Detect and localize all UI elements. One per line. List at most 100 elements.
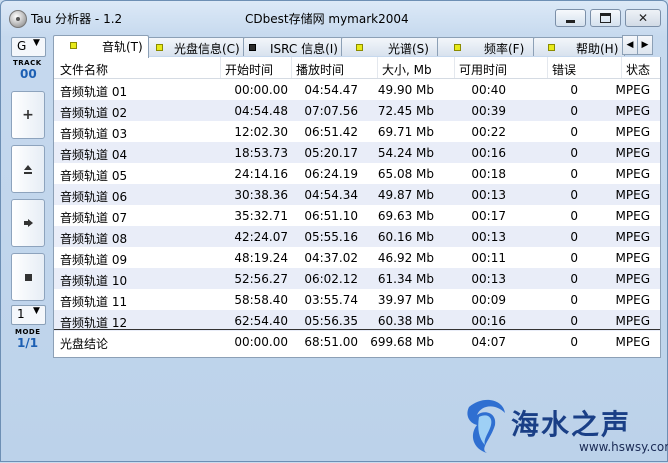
left-control-panel: G ▼ TRACK 00 + 1 ▼ MODE 1/1 <box>11 37 46 357</box>
tab-frequency[interactable]: 频率(F) <box>437 37 535 56</box>
mode-select[interactable]: 1 ▼ <box>11 305 46 325</box>
column-header-name[interactable]: 文件名称 <box>60 61 108 78</box>
cell-available: 00:16 <box>471 314 506 328</box>
status-marker-icon <box>454 44 461 51</box>
cell-status: MPEG <box>615 209 650 223</box>
cell-play: 07:07.56 <box>304 104 358 118</box>
cell-size: 54.24 Mb <box>377 146 434 160</box>
eject-button[interactable] <box>11 145 45 193</box>
tab-tracks[interactable]: 音轨(T) <box>53 35 149 58</box>
summary-play: 68:51.00 <box>304 335 358 349</box>
drive-select[interactable]: G ▼ <box>11 37 46 57</box>
cell-play: 05:55.16 <box>304 230 358 244</box>
cell-name: 音频轨道 07 <box>60 211 128 225</box>
cell-play: 03:55.74 <box>304 293 358 307</box>
cell-errors: 0 <box>570 167 578 181</box>
summary-status: MPEG <box>615 335 650 349</box>
cell-available: 00:17 <box>471 209 506 223</box>
watermark-url: www.hswsy.com <box>579 440 668 454</box>
table-row[interactable]: 音频轨道 12 62:54.40 05:56.35 60.38 Mb 00:16 0 MPE… <box>54 310 660 331</box>
cell-play: 06:02.12 <box>304 272 358 286</box>
stop-button[interactable] <box>11 253 45 301</box>
add-button[interactable]: + <box>11 91 45 139</box>
table-row[interactable]: 音频轨道 05 24:14.16 06:24.19 65.08 Mb 00:18 0 MPE… <box>54 163 660 184</box>
column-header-size[interactable]: 大小, Mb <box>377 57 432 78</box>
table-row[interactable]: 音频轨道 03 12:02.30 06:51.42 69.71 Mb 00:22 0 MPE… <box>54 121 660 142</box>
status-marker-icon <box>356 44 363 51</box>
tab-scroll-right-button[interactable]: ▶ <box>637 35 653 55</box>
cell-status: MPEG <box>615 293 650 307</box>
table-row[interactable]: 音频轨道 06 30:38.36 04:54.34 49.87 Mb 00:13 0 MPE… <box>54 184 660 205</box>
watermark-text: 海水之声 <box>511 408 632 441</box>
column-header-start[interactable]: 开始时间 <box>219 57 273 78</box>
cell-available: 00:39 <box>471 104 506 118</box>
cell-errors: 0 <box>570 146 578 160</box>
minimize-button[interactable] <box>555 9 586 27</box>
cell-errors: 0 <box>570 293 578 307</box>
track-label: TRACK <box>13 59 42 67</box>
cell-available: 00:40 <box>471 83 506 97</box>
cell-status: MPEG <box>615 83 650 97</box>
tab-scroll-left-button[interactable]: ◀ <box>622 35 638 55</box>
status-marker-icon <box>548 44 555 51</box>
cell-name: 音频轨道 09 <box>60 253 128 267</box>
stop-icon <box>24 273 32 281</box>
cell-status: MPEG <box>615 230 650 244</box>
column-header-play[interactable]: 播放时间 <box>290 57 344 78</box>
maximize-button[interactable] <box>590 9 621 27</box>
cell-size: 69.71 Mb <box>377 125 434 139</box>
tab-isrc-info[interactable]: ISRC 信息(I) <box>243 37 343 56</box>
table-row[interactable]: 音频轨道 01 00:00.00 04:54.47 49.90 Mb 00:40 0 MPE… <box>54 79 660 100</box>
title-bar[interactable]: Tau 分析器 - 1.2 CDbest存储网 mymark2004 ✕ <box>1 1 667 35</box>
tab-label: 频率(F) <box>484 42 525 56</box>
table-row[interactable]: 音频轨道 08 42:24.07 05:55.16 60.16 Mb 00:13 0 MPE… <box>54 226 660 247</box>
summary-name: 光盘结论 <box>60 337 109 351</box>
cell-errors: 0 <box>570 314 578 328</box>
play-button[interactable] <box>11 199 45 247</box>
column-header-status[interactable]: 状态 <box>620 57 650 78</box>
wave-swirl-icon <box>467 399 505 453</box>
cell-play: 05:56.35 <box>304 314 358 328</box>
close-icon: ✕ <box>637 11 649 25</box>
table-row[interactable]: 音频轨道 07 35:32.71 06:51.10 69.63 Mb 00:17 0 MPE… <box>54 205 660 226</box>
cell-name: 音频轨道 08 <box>60 232 128 246</box>
app-window: Tau 分析器 - 1.2 CDbest存储网 mymark2004 ✕ G ▼… <box>0 0 668 462</box>
cell-status: MPEG <box>615 104 650 118</box>
mode-label: MODE <box>15 328 41 336</box>
window-subtitle: CDbest存储网 mymark2004 <box>245 12 409 26</box>
cell-available: 00:18 <box>471 167 506 181</box>
cell-errors: 0 <box>570 188 578 202</box>
column-header-available[interactable]: 可用时间 <box>453 57 507 78</box>
drive-value: G <box>17 39 27 53</box>
cell-errors: 0 <box>570 209 578 223</box>
cell-errors: 0 <box>570 230 578 244</box>
close-button[interactable]: ✕ <box>625 9 661 27</box>
cell-play: 06:51.10 <box>304 209 358 223</box>
summary-row[interactable]: 光盘结论 00:00.00 68:51.00 699.68 Mb 04:07 0… <box>54 331 660 352</box>
table-row[interactable]: 音频轨道 02 04:54.48 07:07.56 72.45 Mb 00:39 0 MPE… <box>54 100 660 121</box>
cell-errors: 0 <box>570 104 578 118</box>
cell-size: 65.08 Mb <box>377 167 434 181</box>
cell-available: 00:16 <box>471 146 506 160</box>
table-row[interactable]: 音频轨道 04 18:53.73 05:20.17 54.24 Mb 00:16 0 MPE… <box>54 142 660 163</box>
mode-value: 1 <box>17 307 25 321</box>
cell-status: MPEG <box>615 167 650 181</box>
table-row[interactable]: 音频轨道 09 48:19.24 04:37.02 46.92 Mb 00:11 0 MPE… <box>54 247 660 268</box>
tab-disc-info[interactable]: 光盘信息(C) <box>147 37 245 56</box>
plus-icon: + <box>22 107 34 123</box>
tab-spectrum[interactable]: 光谱(S) <box>341 37 439 56</box>
summary-size: 699.68 Mb <box>370 335 434 349</box>
cell-play: 04:54.47 <box>304 83 358 97</box>
cell-available: 00:13 <box>471 188 506 202</box>
column-header-errors[interactable]: 错误 <box>546 57 576 78</box>
eject-icon <box>24 164 32 174</box>
chevron-right-icon: ▶ <box>641 40 649 50</box>
cell-name: 音频轨道 02 <box>60 106 128 120</box>
tab-help[interactable]: 帮助(H) <box>533 37 625 56</box>
cell-size: 46.92 Mb <box>377 251 434 265</box>
cell-name: 音频轨道 01 <box>60 85 128 99</box>
mode-display: 1/1 <box>17 336 39 350</box>
cell-play: 04:54.34 <box>304 188 358 202</box>
table-row[interactable]: 音频轨道 11 58:58.40 03:55.74 39.97 Mb 00:09 0 MPE… <box>54 289 660 310</box>
table-row[interactable]: 音频轨道 10 52:56.27 06:02.12 61.34 Mb 00:13 0 MPE… <box>54 268 660 289</box>
